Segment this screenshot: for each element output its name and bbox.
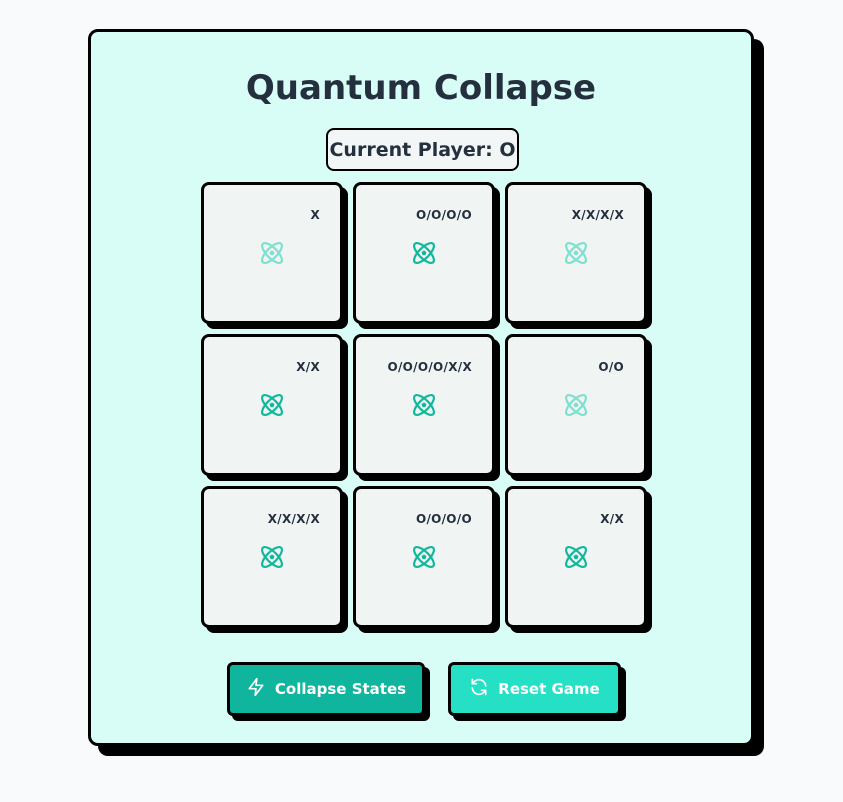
current-player-label: Current Player: O [329,138,516,161]
atom-icon [257,238,287,268]
game-title: Quantum Collapse [245,68,597,108]
cell-state-label: O/O/O/O [415,208,472,222]
board-cell[interactable]: O/O/O/O [353,486,495,628]
atom-icon [257,390,287,420]
game-board: X O/O/O/O X/X/X/X X/X O/O/O/O/X/X O/O X/X/X/X O… [201,182,653,634]
current-player-badge: Current Player: O [326,128,519,171]
board-cell[interactable]: X/X [505,486,647,628]
atom-icon [561,238,591,268]
atom-icon [561,390,591,420]
atom-icon [409,390,439,420]
atom-icon [257,542,287,572]
atom-icon [409,542,439,572]
board-cell[interactable]: O/O [505,334,647,476]
reset-game-button[interactable]: Reset Game [448,662,621,716]
cell-state-label: X/X [296,360,320,374]
collapse-states-button[interactable]: Collapse States [227,662,425,716]
reset-game-label: Reset Game [498,680,600,698]
atom-icon [561,542,591,572]
board-cell[interactable]: O/O/O/O [353,182,495,324]
board-cell[interactable]: O/O/O/O/X/X [353,334,495,476]
board-cell[interactable]: X [201,182,343,324]
game-card: Quantum Collapse Current Player: O X O/O/… [88,29,754,746]
cell-state-label: O/O/O/O/X/X [387,360,472,374]
cell-state-label: X/X/X/X [267,512,320,526]
cell-state-label: X [310,208,320,222]
cell-state-label: O/O [598,360,624,374]
cell-state-label: X/X/X/X [571,208,624,222]
cell-state-label: O/O/O/O [415,512,472,526]
lightning-icon [246,677,266,701]
refresh-icon [469,677,489,701]
board-cell[interactable]: X/X [201,334,343,476]
collapse-states-label: Collapse States [274,680,407,698]
cell-state-label: X/X [600,512,624,526]
atom-icon [409,238,439,268]
board-cell[interactable]: X/X/X/X [201,486,343,628]
board-cell[interactable]: X/X/X/X [505,182,647,324]
